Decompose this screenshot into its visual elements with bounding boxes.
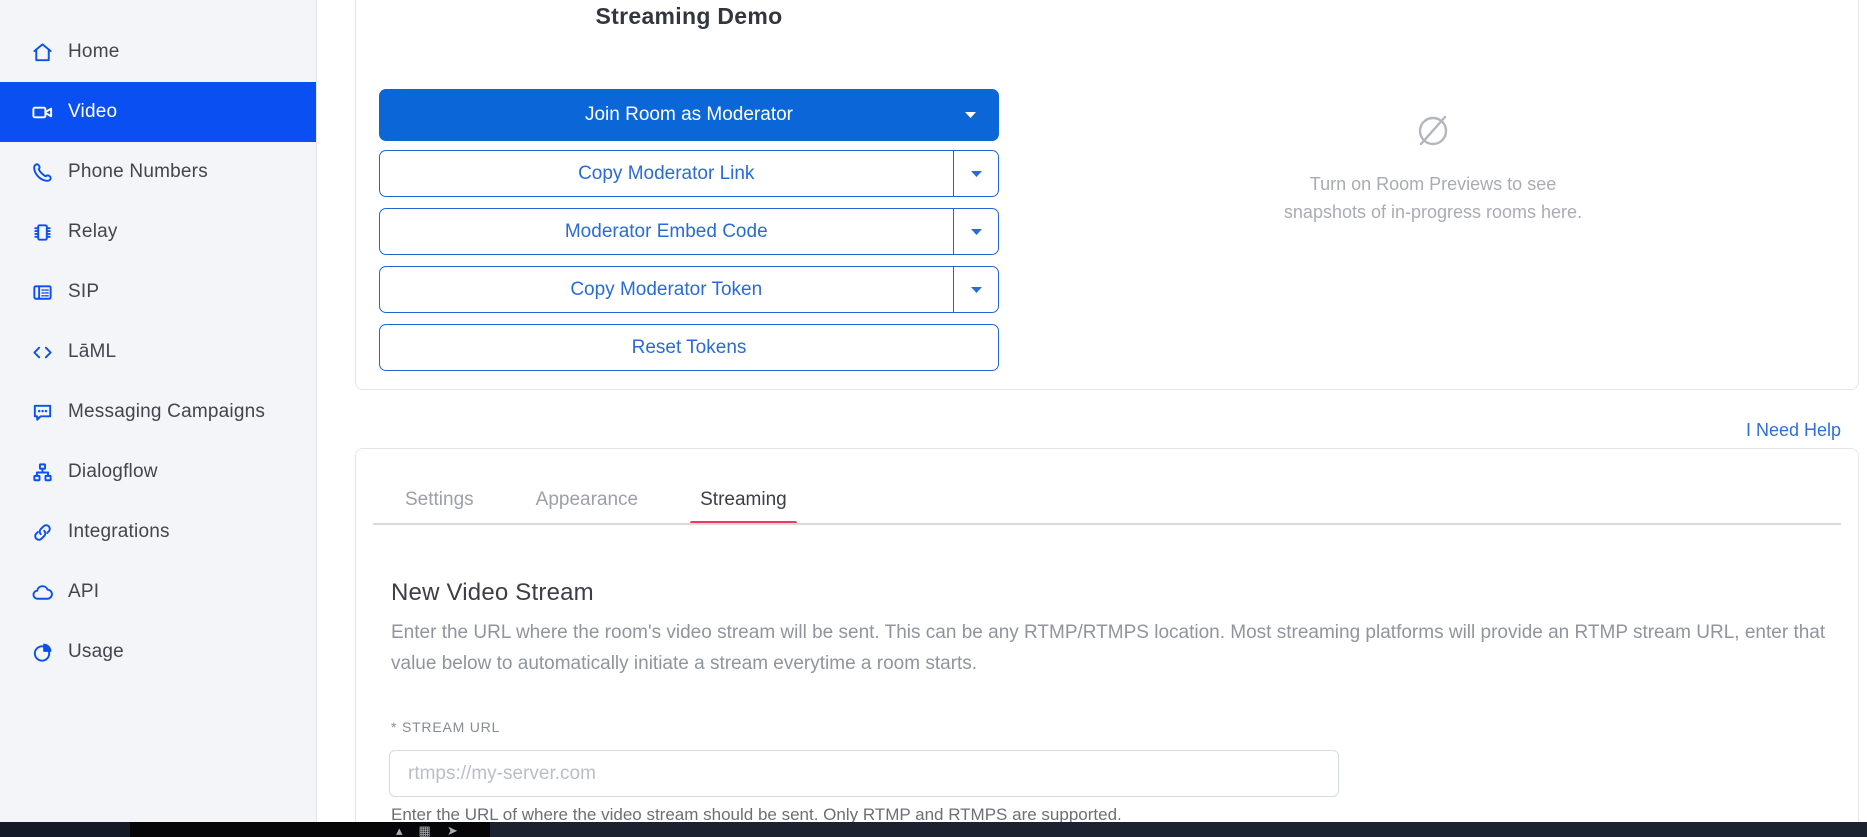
video-camera-icon <box>30 100 54 124</box>
cloud-icon <box>30 580 54 604</box>
stream-url-label: * STREAM URL <box>391 719 500 735</box>
sidebar-item-video[interactable]: Video <box>0 82 316 142</box>
dropdown-caret-icon[interactable] <box>954 151 998 196</box>
room-previews-empty-state: Turn on Room Previews to see snapshots o… <box>1233 109 1633 226</box>
join-room-as-moderator-button[interactable]: Join Room as Moderator <box>379 89 999 141</box>
sidebar-item-l-ml[interactable]: LāML <box>0 322 316 382</box>
phone-icon <box>30 160 54 184</box>
sidebar-item-messaging-campaigns[interactable]: Messaging Campaigns <box>0 382 316 442</box>
sidebar-item-home[interactable]: Home <box>0 22 316 82</box>
sidebar-item-api[interactable]: API <box>0 562 316 622</box>
cursor-icon[interactable]: ➤ <box>447 822 458 837</box>
page-title: Streaming Demo <box>379 3 999 30</box>
copy-moderator-token-button: Copy Moderator Token <box>379 266 999 313</box>
tab-streaming[interactable]: Streaming <box>690 477 797 523</box>
i-need-help-link[interactable]: I Need Help <box>1746 420 1841 441</box>
dropdown-caret-icon[interactable] <box>954 209 998 254</box>
copy-moderator-link-button-main[interactable]: Copy Moderator Link <box>380 151 953 196</box>
sidebar: Home Video Phone Numbers Relay SIP LāML … <box>0 0 317 822</box>
join-room-caret-icon[interactable] <box>954 89 987 141</box>
home-icon <box>30 40 54 64</box>
reset-tokens-button[interactable]: Reset Tokens <box>379 324 999 371</box>
tabs-divider <box>373 523 1841 525</box>
new-video-stream-heading: New Video Stream <box>391 579 594 607</box>
desk-phone-icon <box>30 280 54 304</box>
taskbar-left-segment <box>0 822 130 837</box>
sidebar-item-usage[interactable]: Usage <box>0 622 316 682</box>
link-icon <box>30 520 54 544</box>
dropdown-caret-icon[interactable] <box>954 267 998 312</box>
taskbar-right-segment <box>490 822 1867 837</box>
moderator-embed-code-button: Moderator Embed Code <box>379 208 999 255</box>
moderator-embed-code-button-main[interactable]: Moderator Embed Code <box>380 209 953 254</box>
settings-tabs: Settings Appearance Streaming <box>395 477 797 523</box>
dock-app-icon[interactable]: ▦ <box>419 822 431 837</box>
sidebar-item-phone-numbers[interactable]: Phone Numbers <box>0 142 316 202</box>
taskbar: ▴ ▦ ➤ <box>0 822 1867 837</box>
empty-state-text: Turn on Room Previews to see <box>1233 170 1633 198</box>
tab-settings[interactable]: Settings <box>395 477 484 523</box>
sitemap-icon <box>30 460 54 484</box>
sidebar-item-dialogflow[interactable]: Dialogflow <box>0 442 316 502</box>
copy-moderator-token-button-main[interactable]: Copy Moderator Token <box>380 267 953 312</box>
streaming-demo-card: Streaming Demo Join Room as Moderator Co… <box>355 0 1859 390</box>
stream-description: Enter the URL where the room's video str… <box>391 617 1861 679</box>
chip-icon <box>30 220 54 244</box>
stream-url-input[interactable] <box>389 750 1339 797</box>
tab-appearance[interactable]: Appearance <box>526 477 648 523</box>
pie-chart-icon <box>30 640 54 664</box>
dock-icons: ▴ ▦ ➤ <box>396 822 458 837</box>
sidebar-item-sip[interactable]: SIP <box>0 262 316 322</box>
code-icon <box>30 340 54 364</box>
dock-app-icon[interactable]: ▴ <box>396 822 403 837</box>
chat-bubble-icon <box>30 400 54 424</box>
empty-state-text: snapshots of in-progress rooms here. <box>1233 198 1633 226</box>
sidebar-item-integrations[interactable]: Integrations <box>0 502 316 562</box>
sidebar-item-relay[interactable]: Relay <box>0 202 316 262</box>
copy-moderator-link-button: Copy Moderator Link <box>379 150 999 197</box>
slashed-circle-icon <box>1412 109 1454 156</box>
room-settings-card: Settings Appearance Streaming New Video … <box>355 448 1859 837</box>
